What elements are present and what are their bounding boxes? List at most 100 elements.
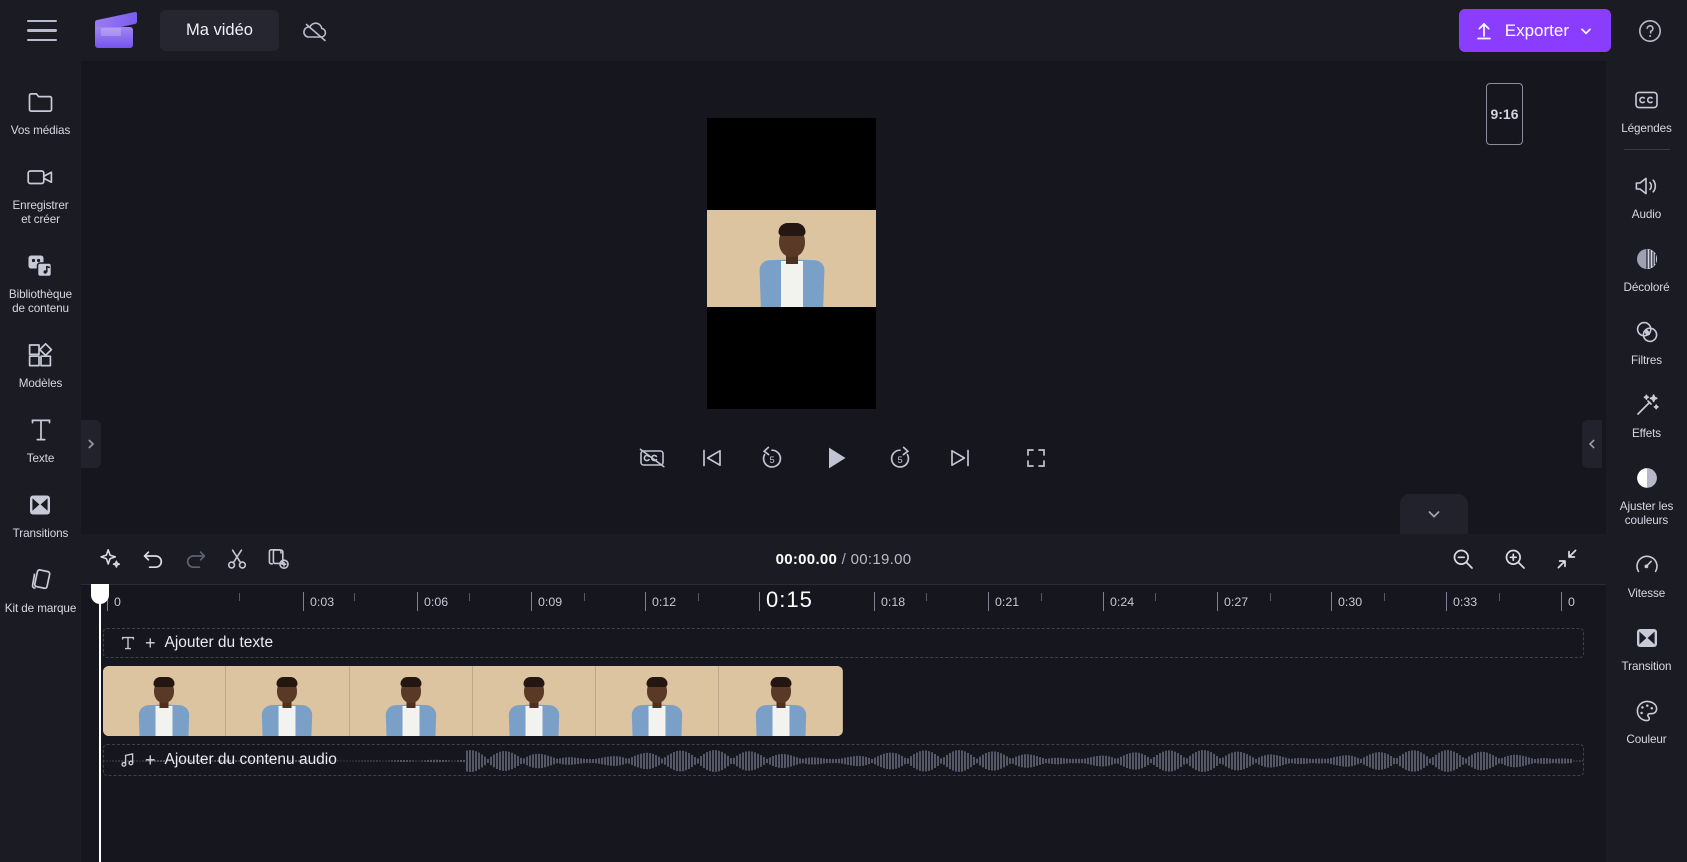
collapse-timeline-button[interactable] [1400, 494, 1468, 534]
sidebar-item-transitions[interactable]: Transitions [0, 481, 81, 548]
sidebar-item-vos-medias[interactable]: Vos médias [0, 78, 81, 145]
svg-text:5: 5 [897, 455, 902, 465]
ai-suggestions-button[interactable] [90, 538, 132, 580]
ruler-tick [1384, 593, 1385, 601]
clip-thumbnail [596, 666, 720, 736]
hamburger-menu-icon[interactable] [27, 19, 57, 42]
undo-arrow-icon [143, 551, 162, 569]
chevron-left-icon [1588, 439, 1595, 449]
ruler-tick [469, 593, 470, 601]
preview-area: 9:16 5 5 [81, 61, 1606, 497]
transition-square-icon [1634, 623, 1660, 653]
ruler-tick-label: 0:12 [652, 595, 677, 609]
property-item-couleur[interactable]: Couleur [1606, 687, 1687, 754]
sidebar-item-kit-de-marque[interactable]: Kit de marque [0, 556, 81, 623]
ruler-tick-label: 0 [114, 595, 121, 609]
sidebar-item-label: Enregistrer et créer [12, 199, 69, 226]
project-title-input[interactable]: Ma vidéo [160, 10, 279, 51]
collapse-left-panel-button[interactable] [81, 420, 101, 468]
sidebar-item-texte[interactable]: Texte [0, 406, 81, 473]
ruler-tick [1331, 592, 1332, 611]
sidebar-item-bibliotheque-de-contenu[interactable]: Bibliothèque de contenu [0, 242, 81, 323]
clip-thumbnail [103, 666, 227, 736]
playhead-handle[interactable] [91, 584, 109, 604]
chevron-right-icon [88, 439, 95, 449]
color-palette-icon [1634, 696, 1660, 726]
clipchamp-editor: Ma vidéo Exporter Vos médias Enregistrer… [0, 0, 1687, 862]
ruler-tick [1446, 592, 1447, 611]
timeline[interactable]: 0 0:03 0:06 0:09 0:12 0:15 0:18 0:21 0:24 0:27 0:3… [81, 584, 1606, 862]
folder-icon [27, 87, 54, 117]
text-t-icon [28, 415, 54, 445]
add-text-label: Ajouter du texte [164, 634, 274, 651]
ruler-tick-label: 0:27 [1224, 595, 1249, 609]
ruler-tick [698, 593, 699, 601]
transitions-icon [27, 490, 54, 520]
sparkle-icon [100, 549, 121, 568]
property-item-ajuster-les-couleurs[interactable]: Ajuster les couleurs [1606, 454, 1687, 535]
property-item-transition[interactable]: Transition [1606, 614, 1687, 681]
property-item-decolore[interactable]: Décoloré [1606, 235, 1687, 302]
ruler-tick [1041, 593, 1042, 601]
ruler-tick-label: 0:15 [766, 587, 813, 612]
duplicate-page-icon [268, 549, 289, 570]
help-button[interactable] [1633, 14, 1667, 48]
property-item-label: Décoloré [1623, 281, 1670, 294]
property-item-effets[interactable]: Effets [1606, 381, 1687, 448]
text-track[interactable]: + Ajouter du texte [103, 628, 1584, 658]
property-item-vitesse[interactable]: Vitesse [1606, 541, 1687, 608]
playhead[interactable] [91, 584, 109, 862]
zoom-in-button[interactable] [1494, 538, 1536, 580]
zoom-out-magnifier-icon [1453, 549, 1473, 569]
timeline-ruler[interactable]: 0 0:03 0:06 0:09 0:12 0:15 0:18 0:21 0:24 0:27 0:3… [81, 584, 1606, 622]
video-preview-canvas[interactable] [707, 118, 876, 409]
undo-button[interactable] [132, 538, 174, 580]
rewind-5s-button[interactable]: 5 [753, 439, 791, 477]
sidebar-item-label: Transitions [12, 527, 69, 540]
cloud-offline-icon[interactable] [293, 11, 337, 51]
fit-to-screen-arrows-icon [1557, 549, 1577, 569]
property-item-legendes[interactable]: Légendes [1606, 76, 1687, 143]
duplicate-button[interactable] [258, 538, 300, 580]
property-item-filtres[interactable]: Filtres [1606, 308, 1687, 375]
clip-thumbnail [349, 666, 473, 736]
split-button[interactable] [216, 538, 258, 580]
timeline-toolbar-left [90, 538, 300, 580]
ruler-tick [988, 592, 989, 611]
filters-overlap-icon [1634, 317, 1660, 347]
skip-to-start-button[interactable] [693, 439, 731, 477]
zoom-in-magnifier-icon [1505, 549, 1525, 569]
redo-button[interactable] [174, 538, 216, 580]
export-button[interactable]: Exporter [1458, 9, 1611, 52]
aspect-ratio-badge[interactable]: 9:16 [1486, 83, 1523, 145]
forward-5s-button[interactable]: 5 [881, 439, 919, 477]
ruler-tick-label: 0:03 [310, 595, 335, 609]
templates-icon [27, 340, 54, 370]
skip-to-end-button[interactable] [941, 439, 979, 477]
add-audio-plus-icon: + [145, 750, 156, 770]
play-button[interactable] [813, 435, 859, 481]
zoom-out-button[interactable] [1442, 538, 1484, 580]
hide-captions-button[interactable] [633, 439, 671, 477]
audio-track[interactable]: + Ajouter du contenu audio [103, 744, 1584, 776]
fullscreen-button[interactable] [1017, 439, 1055, 477]
sidebar-item-modeles[interactable]: Modèles [0, 331, 81, 398]
property-item-audio[interactable]: Audio [1606, 162, 1687, 229]
ruler-tick [874, 592, 875, 611]
scissors-icon [227, 549, 247, 569]
fit-to-screen-button[interactable] [1546, 538, 1588, 580]
property-item-label: Vitesse [1627, 587, 1666, 600]
sidebar-item-enregistrer-et-creer[interactable]: Enregistrer et créer [0, 153, 81, 234]
ruler-tick [645, 592, 646, 611]
sidebar-item-label: Vos médias [10, 124, 71, 137]
ruler-tick-label: 0:06 [424, 595, 449, 609]
clapperboard-logo-icon[interactable] [95, 11, 137, 48]
collapse-right-panel-button[interactable] [1582, 420, 1602, 468]
chevron-down-icon [1428, 511, 1440, 518]
add-audio-label: Ajouter du contenu audio [164, 751, 337, 768]
ruler-tick [584, 593, 585, 601]
time-separator: / [841, 550, 847, 568]
contrast-half-circle-icon [1634, 463, 1660, 493]
video-clip[interactable] [103, 666, 843, 736]
ruler-tick [1270, 593, 1271, 601]
